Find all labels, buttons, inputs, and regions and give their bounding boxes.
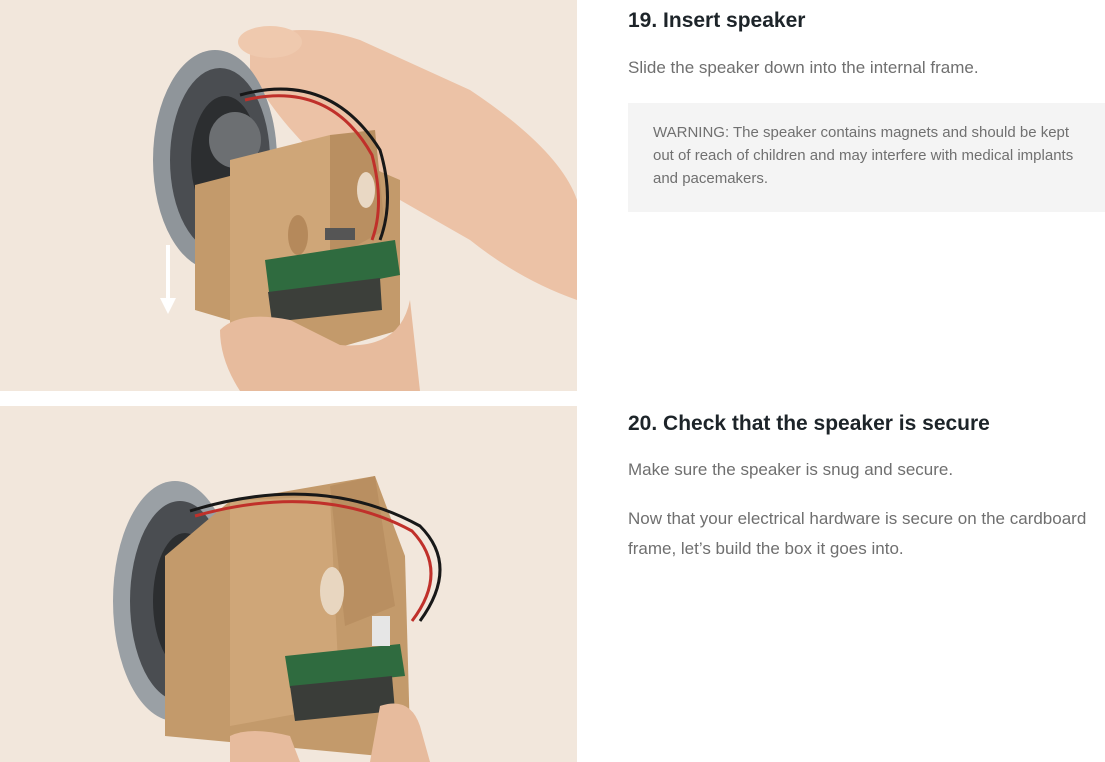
step-20-photo — [0, 406, 577, 762]
step-title: 19. Insert speaker — [628, 9, 806, 32]
step-instruction: Slide the speaker down into the internal… — [628, 58, 979, 78]
speaker-insert-illustration — [0, 0, 577, 391]
step-instruction: Make sure the speaker is snug and secure… — [628, 460, 954, 480]
step-19: 19. Insert speaker Slide the speaker dow… — [0, 0, 1105, 391]
speaker-secure-illustration — [0, 406, 577, 762]
warning-box: WARNING: The speaker contains magnets an… — [628, 103, 1105, 213]
step-instruction-followup: Now that your electrical hardware is sec… — [628, 509, 1087, 559]
step-19-content: 19. Insert speaker Slide the speaker dow… — [628, 0, 1105, 213]
step-20-content: 20. Check that the speaker is secure Mak… — [628, 406, 1105, 564]
step-19-photo — [0, 0, 577, 391]
step-20: 20. Check that the speaker is secure Mak… — [0, 406, 1105, 762]
step-title: 20. Check that the speaker is secure — [628, 412, 990, 435]
